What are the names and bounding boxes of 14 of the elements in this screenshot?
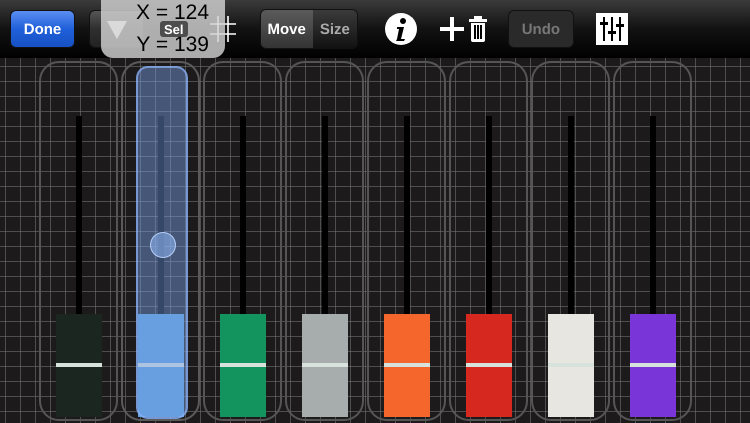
fader-slider[interactable] — [138, 116, 184, 416]
plus-icon[interactable] — [440, 17, 464, 41]
y-coordinate: Y = 139 — [136, 34, 209, 56]
trash-icon[interactable] — [468, 16, 488, 42]
fader-slider[interactable] — [56, 116, 102, 416]
fader-cap[interactable] — [56, 314, 102, 416]
segment-tab[interactable]: Size — [312, 10, 357, 48]
x-coordinate: X = 124 — [136, 2, 209, 24]
info-icon[interactable] — [384, 12, 418, 46]
select-button[interactable]: Sel — [160, 21, 188, 37]
drag-handle[interactable] — [150, 232, 176, 258]
segment-tab[interactable]: Move — [260, 10, 313, 48]
mixer-icon[interactable] — [596, 13, 628, 45]
done-button[interactable]: Done — [10, 10, 75, 48]
